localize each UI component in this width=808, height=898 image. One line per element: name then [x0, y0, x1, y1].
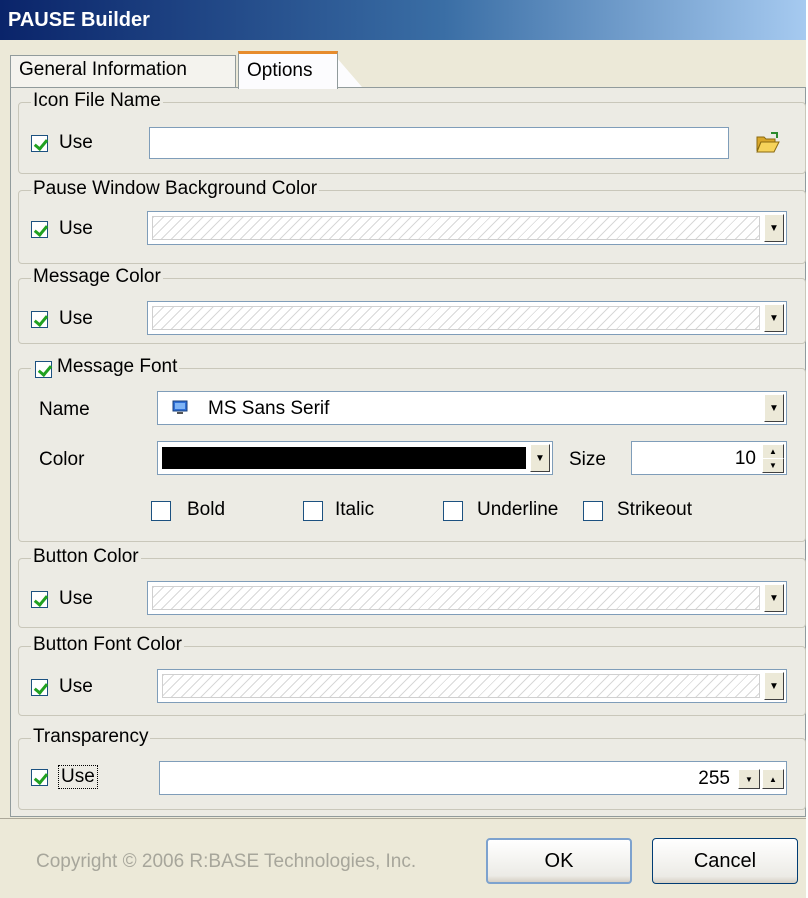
button-color-select[interactable]: ▼ — [147, 581, 787, 615]
group-legend: Message Color — [31, 265, 163, 289]
group-legend: Icon File Name — [31, 89, 163, 113]
bold-checkbox[interactable] — [151, 501, 171, 521]
group-legend: Pause Window Background Color — [31, 177, 320, 201]
dropdown-arrow-icon[interactable]: ▼ — [764, 672, 784, 700]
message-font-checkbox[interactable] — [35, 361, 52, 378]
use-label: Use — [59, 218, 93, 239]
use-label: Use — [58, 765, 98, 789]
transparency-spinner[interactable]: 255 ▼ ▲ — [159, 761, 787, 795]
dropdown-arrow-icon[interactable]: ▼ — [764, 394, 784, 422]
italic-label: Italic — [335, 499, 375, 520]
message-color-use-checkbox[interactable] — [31, 311, 48, 328]
font-size-spinner[interactable]: 10 ▲ ▼ — [631, 441, 787, 475]
pause-bg-color-group: Pause Window Background Color Use ▼ — [18, 177, 806, 264]
icon-file-use-checkbox[interactable] — [31, 135, 48, 152]
button-font-color-select[interactable]: ▼ — [157, 669, 787, 703]
underline-checkbox[interactable] — [443, 501, 463, 521]
font-color-swatch — [162, 447, 526, 469]
use-label: Use — [59, 308, 93, 329]
group-legend: Transparency — [31, 725, 151, 749]
tab-label: General Information — [19, 59, 187, 80]
button-color-use-checkbox[interactable] — [31, 591, 48, 608]
spin-up-icon[interactable]: ▲ — [762, 769, 784, 789]
spin-up-icon[interactable]: ▲ — [762, 444, 784, 459]
tab-label: Options — [247, 60, 313, 81]
spin-down-icon[interactable]: ▼ — [762, 458, 784, 473]
font-size-value: 10 — [734, 448, 756, 469]
font-name-label: Name — [39, 399, 90, 420]
dropdown-arrow-icon[interactable]: ▼ — [764, 214, 784, 242]
ok-button[interactable]: OK — [486, 838, 632, 884]
strikeout-checkbox[interactable] — [583, 501, 603, 521]
use-label: Use — [59, 676, 93, 697]
window-title: PAUSE Builder — [8, 9, 150, 31]
pause-builder-window: PAUSE Builder General Information Option… — [0, 0, 806, 898]
strikeout-label: Strikeout — [617, 499, 692, 520]
message-color-select[interactable]: ▼ — [147, 301, 787, 335]
font-name-value: MS Sans Serif — [208, 398, 330, 419]
spin-down-icon[interactable]: ▼ — [738, 769, 760, 789]
underline-label: Underline — [477, 499, 559, 520]
group-legend: Message Font — [31, 355, 180, 379]
icon-file-name-group: Icon File Name Use — [18, 89, 806, 174]
icon-file-input[interactable] — [149, 127, 729, 159]
tab-general-information[interactable]: General Information — [10, 55, 236, 87]
copyright-text: Copyright © 2006 R:BASE Technologies, In… — [36, 851, 417, 872]
dropdown-arrow-icon[interactable]: ▼ — [764, 304, 784, 332]
message-font-group: Message Font Name MS Sans Serif ▼ Color … — [18, 355, 806, 542]
tab-options[interactable]: Options — [238, 51, 338, 89]
button-font-color-group: Button Font Color Use ▼ — [18, 633, 806, 716]
italic-checkbox[interactable] — [303, 501, 323, 521]
group-legend: Button Font Color — [31, 633, 184, 657]
footer-separator — [0, 818, 806, 819]
font-size-label: Size — [569, 449, 606, 470]
font-color-label: Color — [39, 449, 85, 470]
pause-bg-color-select[interactable]: ▼ — [147, 211, 787, 245]
font-name-select[interactable]: MS Sans Serif ▼ — [157, 391, 787, 425]
use-label: Use — [59, 132, 93, 153]
font-color-select[interactable]: ▼ — [157, 441, 553, 475]
transparency-value: 255 — [698, 768, 730, 789]
button-font-color-use-checkbox[interactable] — [31, 679, 48, 696]
button-color-group: Button Color Use ▼ — [18, 545, 806, 628]
transparency-group: Transparency Use 255 ▼ ▲ — [18, 725, 806, 810]
pause-bg-use-checkbox[interactable] — [31, 221, 48, 238]
group-legend: Button Color — [31, 545, 141, 569]
open-folder-icon[interactable] — [755, 131, 781, 155]
cancel-button[interactable]: Cancel — [652, 838, 798, 884]
transparency-use-checkbox[interactable] — [31, 769, 48, 786]
dropdown-arrow-icon[interactable]: ▼ — [764, 584, 784, 612]
title-bar: PAUSE Builder — [0, 0, 806, 40]
bold-label: Bold — [187, 499, 226, 520]
message-color-group: Message Color Use ▼ — [18, 265, 806, 344]
dropdown-arrow-icon[interactable]: ▼ — [530, 444, 550, 472]
use-label: Use — [59, 588, 93, 609]
monitor-icon — [172, 400, 188, 414]
